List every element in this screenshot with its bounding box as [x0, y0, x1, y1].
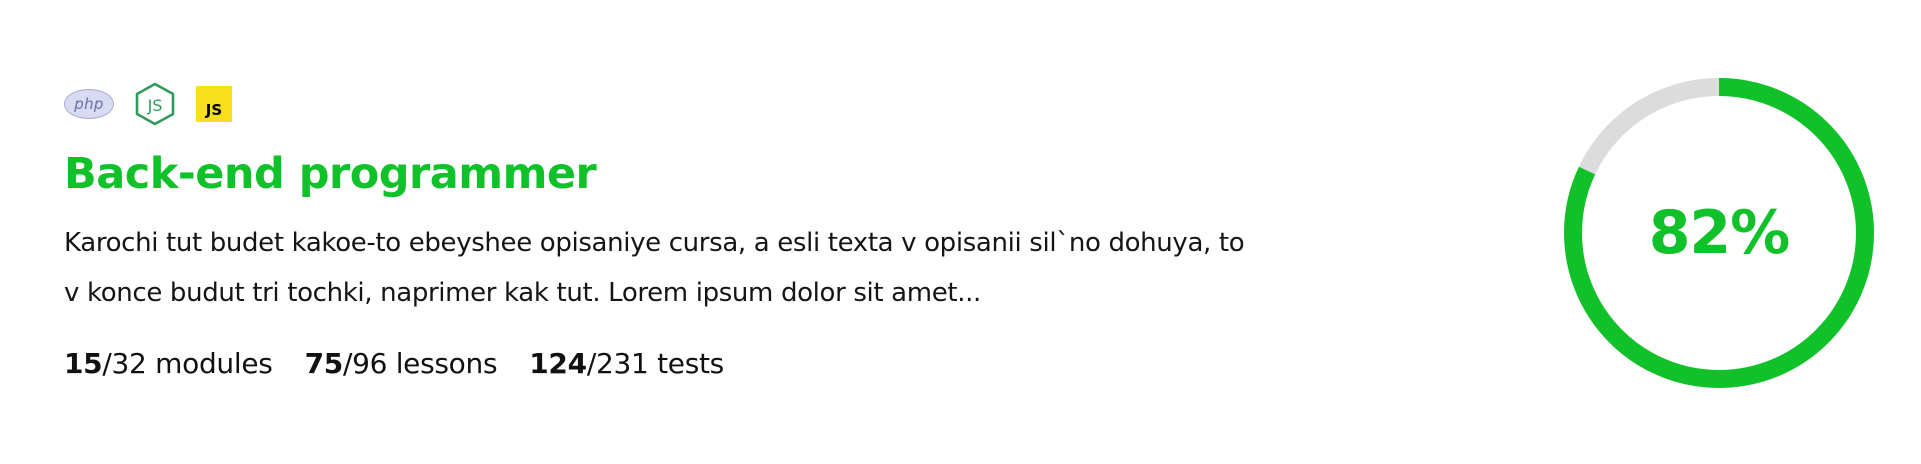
tests-total: /231 tests: [586, 347, 724, 380]
progress-ring: 82%: [1564, 78, 1874, 388]
modules-done: 15: [64, 347, 103, 380]
modules-stat: 15/32 modules: [64, 342, 273, 386]
progress-percent: 82%: [1648, 198, 1791, 268]
php-icon: php: [64, 89, 114, 119]
javascript-icon: JS: [196, 86, 232, 122]
nodejs-icon-label: JS: [147, 96, 163, 115]
tests-done: 124: [529, 347, 587, 380]
tests-stat: 124/231 tests: [529, 342, 724, 386]
javascript-icon-label: JS: [205, 101, 223, 119]
modules-total: /32 modules: [102, 347, 273, 380]
course-title[interactable]: Back-end programmer: [64, 146, 597, 202]
php-icon-label: php: [74, 95, 104, 113]
lessons-done: 75: [304, 347, 344, 380]
nodejs-icon: JS: [135, 82, 175, 126]
lessons-total: /96 lessons: [342, 347, 498, 380]
course-description: Karochi tut budet kakoe-to ebeyshee opis…: [64, 228, 1245, 308]
course-stats: 15/32 modules 75/96 lessons 124/231 test…: [64, 342, 724, 386]
course-card[interactable]: php JS JS Back-end programmer Karochi tu…: [0, 0, 1921, 464]
lessons-stat: 75/96 lessons: [305, 342, 498, 386]
tech-icons: php JS JS: [64, 82, 232, 126]
